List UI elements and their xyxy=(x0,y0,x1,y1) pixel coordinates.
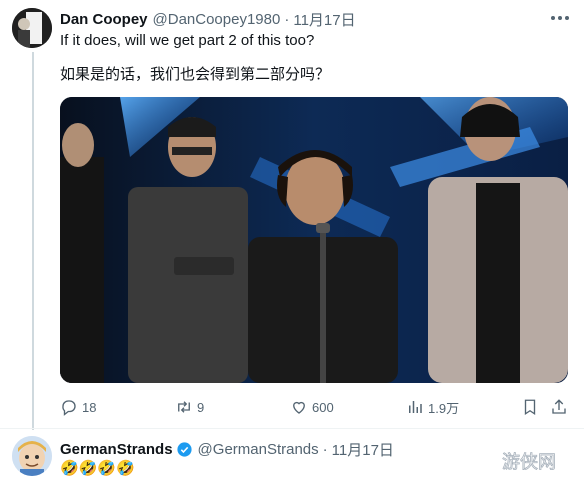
reply-icon xyxy=(62,400,76,416)
bookmark-button[interactable] xyxy=(521,396,543,418)
thread-line xyxy=(32,52,34,430)
retweet-icon xyxy=(178,401,190,413)
tweet-media[interactable] xyxy=(60,97,568,383)
reply-avatar[interactable] xyxy=(12,436,52,476)
like-button[interactable]: 600 xyxy=(290,396,334,418)
retweet-count: 9 xyxy=(197,399,205,415)
divider xyxy=(0,428,584,429)
reply-author-handle[interactable]: @GermanStrands xyxy=(198,441,319,458)
watermark-logo: 游侠网 xyxy=(498,440,578,480)
reply-separator: · xyxy=(322,441,328,458)
tweet[interactable]: Dan Coopey @DanCoopey1980 · 11月17日 If it… xyxy=(0,0,584,430)
tweet-header: Dan Coopey @DanCoopey1980 · 11月17日 xyxy=(60,9,356,30)
reply-count: 18 xyxy=(82,399,97,415)
share-button[interactable] xyxy=(550,396,572,418)
verified-icon xyxy=(176,442,192,457)
separator: · xyxy=(284,11,290,28)
views-count: 1.9万 xyxy=(428,400,460,416)
reply-author-name[interactable]: GermanStrands xyxy=(60,441,173,458)
retweet-button[interactable]: 9 xyxy=(175,396,204,418)
reply-header: GermanStrands @GermanStrands · 11月17日 xyxy=(60,439,394,460)
share-icon xyxy=(552,399,566,414)
svg-text:游侠网: 游侠网 xyxy=(502,452,556,473)
bookmark-icon xyxy=(524,399,536,416)
author-name[interactable]: Dan Coopey xyxy=(60,11,148,28)
author-handle[interactable]: @DanCoopey1980 xyxy=(153,11,281,28)
tweet-text-en: If it does, will we get part 2 of this t… xyxy=(60,32,315,49)
like-icon xyxy=(293,401,305,414)
reply-button[interactable]: 18 xyxy=(60,396,96,418)
more-icon[interactable] xyxy=(548,8,572,28)
reply-text: 🤣🤣🤣🤣 xyxy=(60,460,135,477)
tweet-date[interactable]: 11月17日 xyxy=(293,9,355,30)
avatar[interactable] xyxy=(12,8,52,48)
stage-photo-icon xyxy=(60,97,568,383)
reply-date[interactable]: 11月17日 xyxy=(332,439,394,460)
views-button[interactable]: 1.9万 xyxy=(406,396,459,418)
tweet-text-zh: 如果是的话，我们也会得到第二部分吗？ xyxy=(60,66,331,83)
tweet-actions: 18 9 600 1.9万 xyxy=(60,396,568,418)
views-icon xyxy=(409,401,422,413)
like-count: 600 xyxy=(312,399,334,415)
